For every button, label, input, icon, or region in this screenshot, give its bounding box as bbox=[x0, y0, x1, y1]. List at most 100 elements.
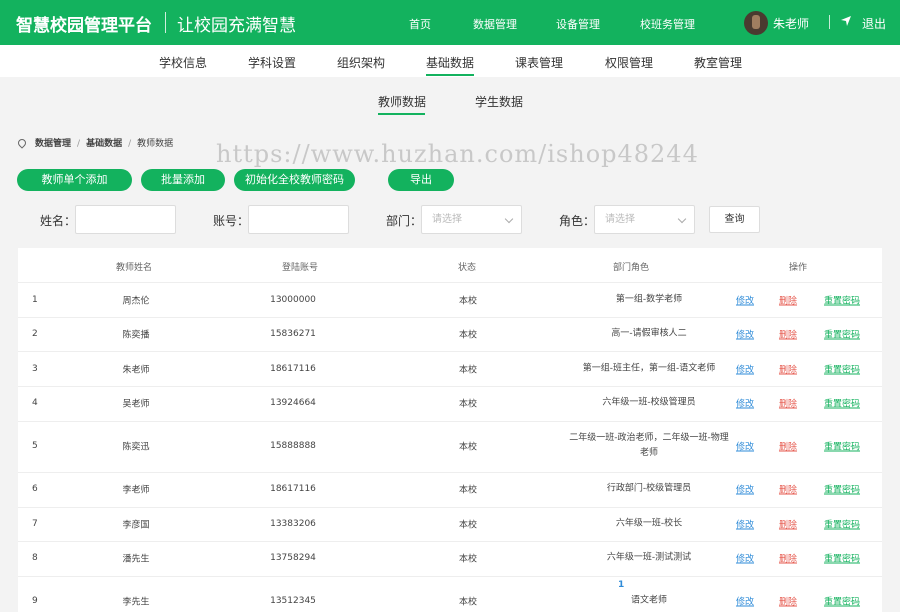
user-name[interactable]: 朱老师 bbox=[773, 15, 809, 32]
row-divider bbox=[18, 282, 882, 283]
subnav-org-structure[interactable]: 组织架构 bbox=[337, 54, 385, 71]
subnav-subject-settings[interactable]: 学科设置 bbox=[248, 54, 296, 71]
edit-link[interactable]: 修改 bbox=[736, 294, 754, 307]
app-title: 智慧校园管理平台 bbox=[16, 16, 152, 36]
subnav-classrooms[interactable]: 教室管理 bbox=[694, 54, 742, 71]
delete-link[interactable]: 删除 bbox=[779, 294, 797, 307]
reset-password-link[interactable]: 重置密码 bbox=[824, 595, 860, 608]
login-account: 13924664 bbox=[270, 398, 316, 408]
delete-link[interactable]: 删除 bbox=[779, 440, 797, 453]
edit-link[interactable]: 修改 bbox=[736, 518, 754, 531]
send-icon[interactable] bbox=[840, 15, 852, 27]
teacher-name: 吴老师 bbox=[122, 399, 150, 410]
avatar[interactable] bbox=[744, 11, 768, 35]
header-status: 状态 bbox=[458, 263, 477, 273]
header-login-account: 登陆账号 bbox=[282, 263, 319, 273]
edit-link[interactable]: 修改 bbox=[736, 440, 754, 453]
row-number: 1 bbox=[32, 295, 38, 305]
subnav-timetable[interactable]: 课表管理 bbox=[515, 54, 563, 71]
sub-navigation: 学校信息 学科设置 组织架构 基础数据 课表管理 权限管理 教室管理 bbox=[0, 45, 900, 77]
location-pin-icon bbox=[16, 137, 28, 149]
row-number: 5 bbox=[32, 441, 38, 451]
reset-password-link[interactable]: 重置密码 bbox=[824, 518, 860, 531]
dept-role: 语文老师 bbox=[630, 595, 667, 606]
role-select[interactable]: 请选择 bbox=[594, 205, 695, 234]
reset-password-link[interactable]: 重置密码 bbox=[824, 552, 860, 565]
add-teacher-button[interactable]: 教师单个添加 bbox=[17, 169, 132, 191]
delete-link[interactable]: 删除 bbox=[779, 328, 797, 341]
top-header: 智慧校园管理平台 让校园充满智慧 首页 数据管理 设备管理 校班务管理 朱老师 … bbox=[0, 0, 900, 45]
delete-link[interactable]: 删除 bbox=[779, 397, 797, 410]
dept-role: 高一-请假审核人二 bbox=[611, 328, 687, 339]
role-filter-label: 角色： bbox=[559, 214, 596, 228]
topnav-device-management[interactable]: 设备管理 bbox=[556, 16, 600, 32]
chevron-down-icon bbox=[677, 214, 687, 224]
delete-link[interactable]: 删除 bbox=[779, 595, 797, 608]
breadcrumb-data-management[interactable]: 数据管理 bbox=[35, 139, 71, 149]
reset-password-link[interactable]: 重置密码 bbox=[824, 363, 860, 376]
teacher-name: 李先生 bbox=[122, 597, 150, 608]
delete-link[interactable]: 删除 bbox=[779, 518, 797, 531]
reset-password-link[interactable]: 重置密码 bbox=[824, 483, 860, 496]
watermark-text: https://www.huzhan.com/ishop48244 bbox=[216, 140, 699, 168]
reset-password-link[interactable]: 重置密码 bbox=[824, 294, 860, 307]
delete-link[interactable]: 删除 bbox=[779, 483, 797, 496]
init-passwords-button[interactable]: 初始化全校教师密码 bbox=[234, 169, 355, 191]
teacher-name: 陈奕迅 bbox=[122, 442, 150, 453]
teacher-name: 朱老师 bbox=[122, 365, 150, 376]
topnav-home[interactable]: 首页 bbox=[409, 16, 431, 32]
app-slogan: 让校园充满智慧 bbox=[177, 16, 296, 36]
subnav-school-info[interactable]: 学校信息 bbox=[159, 54, 207, 71]
status: 本校 bbox=[458, 520, 478, 531]
teacher-table: 教师姓名 登陆账号 状态 部门角色 操作 1 周杰伦 13000000 本校 第一组-数… bbox=[18, 248, 882, 612]
row-number: 2 bbox=[32, 329, 38, 339]
dept-select-placeholder: 请选择 bbox=[432, 214, 462, 225]
status: 本校 bbox=[458, 442, 478, 453]
dept-role: 六年级一班-校级管理员 bbox=[602, 397, 696, 408]
login-account: 18617116 bbox=[270, 484, 316, 494]
batch-add-button[interactable]: 批量添加 bbox=[141, 169, 225, 191]
dept-role: 第一组-班主任，第一组-语文老师 bbox=[582, 363, 716, 374]
logout-link[interactable]: 退出 bbox=[862, 15, 886, 32]
subnav-permissions[interactable]: 权限管理 bbox=[605, 54, 653, 71]
dept-filter-label: 部门： bbox=[386, 214, 423, 228]
delete-link[interactable]: 删除 bbox=[779, 552, 797, 565]
tab-teacher-data[interactable]: 教师数据 bbox=[378, 93, 426, 110]
reset-password-link[interactable]: 重置密码 bbox=[824, 328, 860, 341]
row-number: 7 bbox=[32, 519, 38, 529]
login-account: 15888888 bbox=[270, 441, 316, 451]
breadcrumb-basic-data[interactable]: 基础数据 bbox=[86, 139, 122, 149]
role-select-placeholder: 请选择 bbox=[605, 214, 635, 225]
row-number: 3 bbox=[32, 364, 38, 374]
reset-password-link[interactable]: 重置密码 bbox=[824, 440, 860, 453]
dept-role: 二年级一班-政治老师，二年级一班-物理老师 bbox=[569, 433, 729, 458]
row-divider bbox=[18, 386, 882, 387]
edit-link[interactable]: 修改 bbox=[736, 328, 754, 341]
login-account: 18617116 bbox=[270, 364, 316, 374]
edit-link[interactable]: 修改 bbox=[736, 552, 754, 565]
teacher-name: 陈奕播 bbox=[122, 330, 150, 341]
name-filter-input[interactable] bbox=[75, 205, 176, 234]
account-filter-input[interactable] bbox=[248, 205, 349, 234]
active-tab-indicator bbox=[378, 113, 425, 115]
login-account: 13758294 bbox=[270, 553, 316, 563]
export-button[interactable]: 导出 bbox=[388, 169, 454, 191]
dept-role: 行政部门-校级管理员 bbox=[606, 483, 692, 494]
row-divider bbox=[18, 472, 882, 473]
pagination-current-page[interactable]: 1 bbox=[618, 580, 624, 590]
dept-select[interactable]: 请选择 bbox=[421, 205, 522, 234]
topnav-class-affairs[interactable]: 校班务管理 bbox=[640, 16, 695, 32]
row-number: 9 bbox=[32, 596, 38, 606]
row-number: 4 bbox=[32, 398, 38, 408]
tab-student-data[interactable]: 学生数据 bbox=[475, 93, 523, 110]
subnav-basic-data[interactable]: 基础数据 bbox=[426, 54, 474, 71]
query-button[interactable]: 查询 bbox=[709, 206, 760, 233]
topnav-data-management[interactable]: 数据管理 bbox=[473, 16, 517, 32]
edit-link[interactable]: 修改 bbox=[736, 397, 754, 410]
breadcrumb: 数据管理 / 基础数据 / 教师数据 bbox=[16, 136, 173, 149]
reset-password-link[interactable]: 重置密码 bbox=[824, 397, 860, 410]
edit-link[interactable]: 修改 bbox=[736, 595, 754, 608]
edit-link[interactable]: 修改 bbox=[736, 483, 754, 496]
delete-link[interactable]: 删除 bbox=[779, 363, 797, 376]
edit-link[interactable]: 修改 bbox=[736, 363, 754, 376]
